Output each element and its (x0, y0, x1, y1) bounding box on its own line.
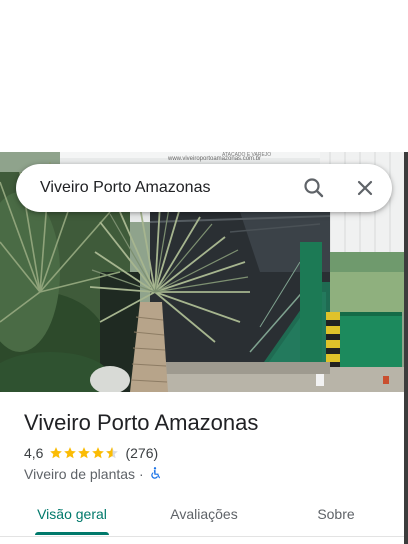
star-icon (64, 447, 77, 459)
wheelchair-icon (148, 466, 162, 483)
review-count[interactable]: (276) (125, 445, 158, 461)
star-rating (49, 446, 119, 460)
star-icon (50, 447, 63, 459)
tab-overview[interactable]: Visão geral (20, 492, 124, 536)
close-icon[interactable] (351, 174, 379, 202)
star-half-icon (106, 447, 119, 459)
place-title: Viveiro Porto Amazonas (24, 410, 259, 435)
tab-divider (0, 536, 404, 537)
search-input[interactable]: Viveiro Porto Amazonas (40, 178, 210, 198)
search-icon[interactable] (300, 174, 328, 202)
active-tab-indicator (35, 532, 109, 535)
star-icon (78, 447, 91, 459)
scrollbar-edge (404, 152, 408, 544)
category-row: Viveiro de plantas · (24, 465, 162, 483)
rating-row[interactable]: 4,6 (276) (24, 444, 158, 462)
rating-value: 4,6 (24, 445, 44, 461)
wall-sign-text-2: ATACADO E VAREJO (222, 152, 271, 158)
separator-dot: · (139, 466, 144, 482)
star-icon (92, 447, 105, 459)
place-category[interactable]: Viveiro de plantas (24, 466, 135, 482)
tab-bar: Visão geral Avaliações Sobre (0, 492, 404, 537)
tab-about[interactable]: Sobre (284, 492, 388, 536)
search-bar[interactable]: Viveiro Porto Amazonas (16, 164, 392, 212)
tab-reviews[interactable]: Avaliações (152, 492, 256, 536)
